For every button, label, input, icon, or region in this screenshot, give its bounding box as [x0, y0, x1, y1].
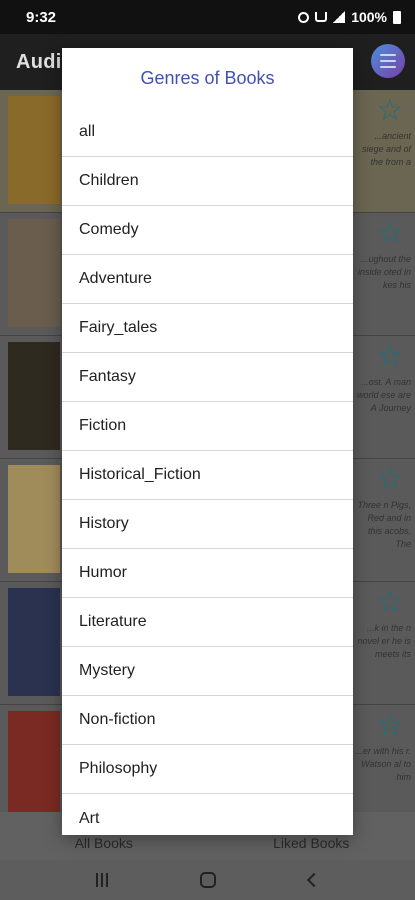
battery-percent: 100%: [351, 9, 387, 25]
book-description: ...k in the n novel er he is meets its: [357, 623, 411, 659]
book-description: ...ancient siege and of the from a: [361, 131, 411, 167]
favorite-star-icon[interactable]: ☆: [375, 588, 405, 618]
favorite-star-icon[interactable]: ☆: [375, 711, 405, 741]
genre-item[interactable]: Philosophy: [62, 745, 353, 794]
genre-dialog: Genres of Books all Children Comedy Adventu…: [62, 48, 353, 835]
genre-item[interactable]: Humor: [62, 549, 353, 598]
back-button[interactable]: [306, 872, 321, 888]
wifi-icon: [315, 12, 328, 22]
status-indicators: 100%: [298, 9, 401, 25]
home-button[interactable]: [200, 872, 217, 888]
genre-item[interactable]: Non-fiction: [62, 696, 353, 745]
book-cover-image: [8, 219, 60, 327]
genre-item[interactable]: Fantasy: [62, 353, 353, 402]
genre-item[interactable]: Literature: [62, 598, 353, 647]
favorite-star-icon[interactable]: ☆: [375, 219, 405, 249]
system-navigation: [0, 860, 415, 900]
genre-item[interactable]: all: [62, 108, 353, 157]
genre-item[interactable]: Fairy_tales: [62, 304, 353, 353]
book-cover-image: [8, 711, 60, 819]
genre-item[interactable]: Art: [62, 794, 353, 835]
book-cover-image: [8, 96, 60, 204]
menu-icon[interactable]: [371, 44, 405, 78]
signal-icon: [333, 11, 346, 23]
dialog-title: Genres of Books: [140, 67, 275, 88]
book-description: ...er with his r. Watson al to him: [355, 746, 411, 782]
genre-list: all Children Comedy Adventure Fairy_tales Fan…: [62, 108, 353, 835]
book-description: Three n Pigs, Red and in this acobs. The: [357, 500, 411, 549]
genre-item[interactable]: Adventure: [62, 255, 353, 304]
genre-item[interactable]: Historical_Fiction: [62, 451, 353, 500]
book-cover-image: [8, 465, 60, 573]
favorite-star-icon[interactable]: ☆: [375, 465, 405, 495]
book-cover-image: [8, 342, 60, 450]
status-time: 9:32: [26, 8, 57, 26]
book-description: ...ost. A man world ese are A Journey: [356, 377, 411, 413]
book-cover-image: [8, 588, 60, 696]
alarm-icon: [298, 11, 310, 23]
recents-button[interactable]: [96, 873, 109, 887]
genre-item[interactable]: History: [62, 500, 353, 549]
genre-item[interactable]: Mystery: [62, 647, 353, 696]
book-description: ...ughout the inside oted in kes his: [357, 254, 411, 290]
genre-item[interactable]: Fiction: [62, 402, 353, 451]
battery-icon: [393, 10, 401, 24]
favorite-star-icon[interactable]: ☆: [375, 342, 405, 372]
genre-item[interactable]: Children: [62, 157, 353, 206]
status-bar: 9:32 100%: [0, 0, 415, 34]
favorite-star-icon[interactable]: ☆: [375, 96, 405, 126]
genre-item[interactable]: Comedy: [62, 206, 353, 255]
